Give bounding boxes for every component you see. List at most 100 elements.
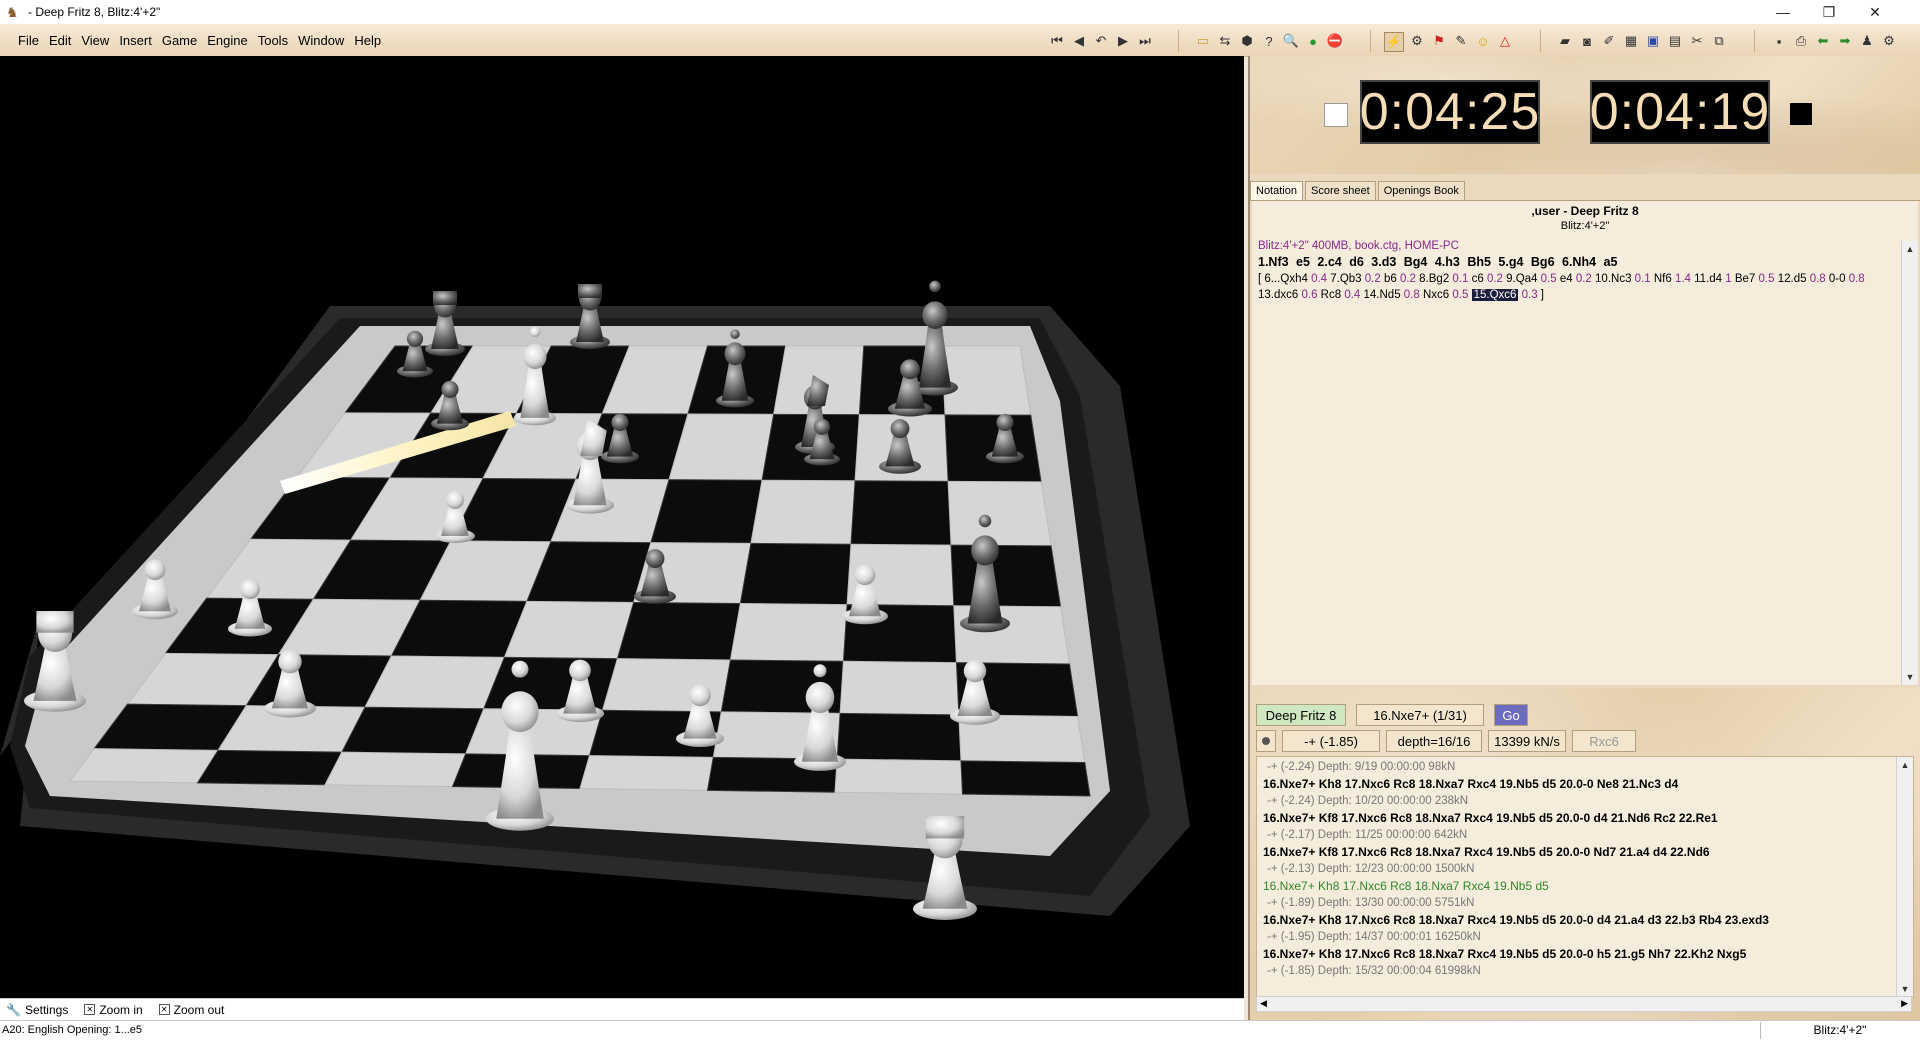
variation-move[interactable]: 8.Bg2 — [1419, 273, 1452, 285]
analysis-variation-line[interactable]: 16.Nxe7+ Kf8 17.Nxc6 Rc8 18.Nxa7 Rxc4 19… — [1263, 844, 1887, 861]
board-square[interactable] — [947, 480, 1052, 547]
variation-move[interactable]: 0-0 — [1829, 273, 1849, 285]
menu-window[interactable]: Window — [298, 31, 344, 50]
zoom-in-button[interactable]: ✕ Zoom in — [84, 1003, 143, 1017]
save-icon[interactable]: ▪ — [1770, 32, 1788, 50]
menu-view[interactable]: View — [81, 31, 109, 50]
warning-icon[interactable]: △ — [1496, 32, 1514, 50]
variation-move[interactable]: 10.Nc3 — [1595, 273, 1635, 285]
analysis-hscrollbar[interactable]: ◀ ▶ — [1256, 996, 1912, 1012]
variation-move[interactable]: Nf6 — [1654, 273, 1675, 285]
previous-move-icon[interactable]: ◀ — [1070, 32, 1088, 50]
window-icon[interactable]: ⧉ — [1710, 32, 1728, 50]
go-button[interactable]: Go — [1494, 704, 1528, 726]
board-square[interactable] — [69, 748, 219, 784]
menu-engine[interactable]: Engine — [207, 31, 247, 50]
board-square[interactable] — [839, 660, 960, 716]
board-square[interactable] — [341, 706, 485, 755]
flip-board-icon[interactable]: ⇆ — [1216, 32, 1234, 50]
back-arrow-icon[interactable]: ⬅ — [1814, 32, 1832, 50]
scroll-up-icon[interactable]: ▲ — [1902, 241, 1918, 257]
zoom-out-button[interactable]: ✕ Zoom out — [158, 1003, 224, 1017]
notation-scrollbar[interactable]: ▲ ▼ — [1901, 241, 1918, 685]
analysis-variation-line[interactable]: 16.Nxe7+ Kh8 17.Nxc6 Rc8 18.Nxa7 Rxc4 19… — [1263, 878, 1887, 895]
takeback-icon[interactable]: ↶ — [1092, 32, 1110, 50]
players-icon[interactable]: ♟ — [1858, 32, 1876, 50]
book-icon[interactable]: ▤ — [1666, 32, 1684, 50]
first-move-icon[interactable]: ⏮ — [1048, 32, 1066, 50]
board-square[interactable] — [668, 413, 775, 481]
stop-icon[interactable]: ⛔ — [1326, 32, 1344, 50]
edit-icon[interactable]: ✐ — [1600, 32, 1618, 50]
variation-move[interactable]: b6 — [1384, 273, 1400, 285]
analysis-variation-line[interactable]: 16.Nxe7+ Kf8 17.Nxc6 Rc8 18.Nxa7 Rxc4 19… — [1263, 810, 1887, 827]
board-square[interactable] — [650, 479, 763, 544]
board-3d-view[interactable] — [0, 56, 1244, 998]
board-square[interactable] — [503, 600, 635, 660]
menu-game[interactable]: Game — [162, 31, 197, 50]
board-square[interactable] — [196, 749, 343, 786]
board-square[interactable] — [616, 601, 741, 661]
move-now-icon[interactable]: ⬢ — [1238, 32, 1256, 50]
scroll-left-icon[interactable]: ◀ — [1260, 998, 1267, 1009]
variation-move[interactable]: Be7 — [1735, 273, 1759, 285]
flag-icon[interactable]: ⚑ — [1430, 32, 1448, 50]
infinite-analysis-icon[interactable]: ⚡ — [1384, 32, 1404, 52]
minimize-button[interactable]: — — [1760, 0, 1806, 24]
variation-move[interactable]: Rc8 — [1321, 289, 1345, 301]
menu-file[interactable]: File — [18, 31, 39, 50]
board-square[interactable] — [960, 760, 1091, 797]
settings-icon[interactable]: ⚙ — [1880, 32, 1898, 50]
engine-icon[interactable]: ⚙ — [1408, 32, 1426, 50]
last-move-icon[interactable]: ⏭ — [1136, 32, 1154, 50]
board-square[interactable] — [950, 544, 1062, 608]
scroll-down-icon[interactable]: ▼ — [1902, 669, 1918, 685]
settings-button[interactable]: 🔧 Settings — [6, 1003, 68, 1017]
restore-button[interactable]: ❐ — [1806, 0, 1852, 24]
board-icon[interactable]: ▰ — [1556, 32, 1574, 50]
variation-move[interactable]: 13.dxc6 — [1258, 289, 1301, 301]
main-line[interactable]: 1.Nf3 e5 2.c4 d6 3.d3 Bg4 4.h3 Bh5 5.g4 … — [1258, 254, 1898, 271]
board-square[interactable] — [941, 345, 1032, 416]
analysis-scroll-up-icon[interactable]: ▲ — [1897, 757, 1913, 773]
camera-icon[interactable]: ◙ — [1578, 32, 1596, 50]
tab-score-sheet[interactable]: Score sheet — [1304, 181, 1376, 200]
new-game-icon[interactable]: ▭ — [1194, 32, 1212, 50]
analysis-scrollbar[interactable]: ▲ ▼ — [1896, 757, 1913, 997]
variation-move[interactable]: [ 6...Qxh4 — [1258, 273, 1311, 285]
database-icon[interactable]: ▣ — [1644, 32, 1662, 50]
tools-icon[interactable]: ✂ — [1688, 32, 1706, 50]
variation-move[interactable]: e4 — [1560, 273, 1576, 285]
chess-board[interactable] — [0, 56, 1244, 998]
tab-openings-book[interactable]: Openings Book — [1377, 181, 1465, 200]
analysis-variation-line[interactable]: 16.Nxe7+ Kh8 17.Nxc6 Rc8 18.Nxa7 Rxc4 19… — [1263, 776, 1887, 793]
forward-arrow-icon[interactable]: ➡ — [1836, 32, 1854, 50]
board-square[interactable] — [750, 479, 856, 545]
board-square[interactable] — [739, 542, 852, 606]
analysis-icon[interactable]: 🔍 — [1282, 32, 1300, 50]
close-button[interactable]: ✕ — [1852, 0, 1898, 24]
analysis-variation-line[interactable]: 16.Nxe7+ Kh8 17.Nxc6 Rc8 18.Nxa7 Rxc4 19… — [1263, 946, 1887, 963]
variation-move[interactable]: 9.Qa4 — [1506, 273, 1541, 285]
print-icon[interactable]: ⎙ — [1792, 32, 1810, 50]
variation-move[interactable]: 7.Qb3 — [1330, 273, 1365, 285]
analysis-variation-line[interactable]: 16.Nxe7+ Kh8 17.Nxc6 Rc8 18.Nxa7 Rxc4 19… — [1263, 912, 1887, 929]
board-square[interactable] — [324, 751, 467, 788]
variation-line[interactable]: [ 6...Qxh4 0.4 7.Qb3 0.2 b6 0.2 8.Bg2 0.… — [1258, 271, 1898, 303]
layout-icon[interactable]: ▦ — [1622, 32, 1640, 50]
board-square[interactable] — [836, 712, 962, 762]
menu-help[interactable]: Help — [354, 31, 381, 50]
variation-move[interactable]: 12.d5 — [1778, 273, 1810, 285]
variation-move[interactable]: Nxc6 — [1423, 289, 1452, 301]
board-square[interactable] — [601, 658, 732, 713]
scroll-right-icon[interactable]: ▶ — [1901, 998, 1908, 1009]
engine-name-button[interactable]: Deep Fritz 8 — [1256, 704, 1346, 726]
board-square[interactable] — [850, 480, 952, 546]
board-square[interactable] — [579, 755, 714, 791]
variation-move[interactable]: c6 — [1472, 273, 1487, 285]
pen-icon[interactable]: ✎ — [1452, 32, 1470, 50]
board-square[interactable] — [834, 758, 964, 795]
variation-move[interactable]: 11.d4 — [1694, 273, 1725, 285]
board-square[interactable] — [729, 603, 848, 662]
smiley-icon[interactable]: ☺ — [1474, 32, 1492, 50]
